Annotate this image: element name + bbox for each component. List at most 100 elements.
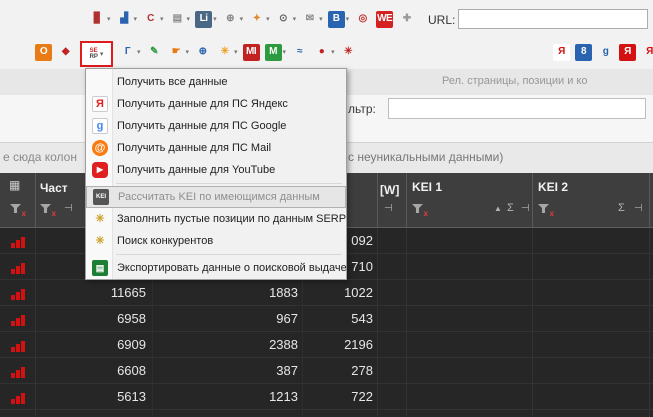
table-cell: 6909 xyxy=(117,337,146,352)
dropdown-arrow-icon: ▾ xyxy=(345,16,350,23)
frequency-bars-icon xyxy=(10,261,26,274)
menu-item[interactable]: ▶ Получить данные для YouTube xyxy=(86,159,346,181)
filter-funnel-icon[interactable]: x xyxy=(10,204,26,218)
menu-item[interactable]: ✳ Поиск конкурентов xyxy=(86,230,346,252)
google-plus-icon[interactable]: 8 xyxy=(574,41,593,63)
copy-data-icon: C xyxy=(147,13,154,24)
column-header-kei2[interactable]: KEI 2 xyxy=(538,180,568,194)
bar-chart-icon: ▟ xyxy=(120,13,128,24)
sum-icon[interactable]: Σ xyxy=(618,203,625,214)
sun-icon: ✳ xyxy=(220,46,229,57)
menu-item-label: Получить данные для ПС Яндекс xyxy=(117,98,288,110)
frequency-bars-icon xyxy=(10,235,26,248)
filter-funnel-icon[interactable]: x xyxy=(40,204,56,218)
bing-icon[interactable]: B ▾ xyxy=(327,8,351,30)
dropdown-arrow-icon: ▾ xyxy=(234,49,238,56)
ball-icon[interactable]: ● ▾ xyxy=(312,41,336,63)
wave-icon[interactable]: ≈ xyxy=(290,41,309,63)
table-row[interactable]: 6909 2388 2196 xyxy=(0,332,653,358)
filter-tap-icon: ⊕ xyxy=(198,46,207,57)
mail-icon[interactable]: ✉ ▾ xyxy=(300,8,324,30)
google-tools-icon: Г xyxy=(124,46,131,57)
hand-icon[interactable]: ☛ ▾ xyxy=(167,41,191,63)
table-row[interactable]: 11665 1883 1022 xyxy=(0,280,653,306)
export-icon: ▤ xyxy=(92,260,108,276)
pin-icon[interactable]: ⊣ xyxy=(634,204,643,214)
sun-icon[interactable]: ✳ ▾ xyxy=(215,41,239,63)
menu-item[interactable]: @ Получить данные для ПС Mail xyxy=(86,137,346,159)
column-header-w[interactable]: [W] xyxy=(380,183,399,197)
menu-item-spacer xyxy=(92,74,108,90)
filter-tap-icon[interactable]: ⊕ xyxy=(193,41,212,63)
link-icon[interactable]: ⊕ ▾ xyxy=(221,8,245,30)
table-row[interactable]: 745 418 xyxy=(0,410,653,417)
star-icon[interactable]: ✦ ▾ xyxy=(247,8,271,30)
opera-icon[interactable]: O xyxy=(34,41,53,63)
bar-chart-icon[interactable]: ▟ ▾ xyxy=(115,8,139,30)
mi-badge-icon[interactable]: MI xyxy=(242,41,261,63)
sum-icon[interactable]: Σ xyxy=(507,203,514,214)
column-header-frequency[interactable]: Част xyxy=(40,181,68,195)
link-icon: ⊕ xyxy=(226,13,235,24)
pin-icon[interactable]: ⊣ xyxy=(384,204,393,214)
menu-item[interactable]: Получить все данные xyxy=(86,71,346,93)
metrika-icon[interactable]: Я xyxy=(640,41,653,63)
clear-filter-icon: x xyxy=(51,209,56,218)
mail-ru-icon: @ xyxy=(92,140,108,156)
filter-input[interactable] xyxy=(388,98,646,119)
table-cell: 6958 xyxy=(117,311,146,326)
serp-button[interactable]: SE RP ▾ xyxy=(80,41,113,67)
asterisk-icon[interactable]: ✳ xyxy=(339,41,358,63)
table-cell: 11665 xyxy=(110,285,146,300)
yandex-icon[interactable]: Я xyxy=(552,41,571,63)
alert-icon: ◆ xyxy=(61,46,70,57)
pin-icon[interactable]: ⊣ xyxy=(521,204,530,214)
group-by-hint-right: с неуникальными данными) xyxy=(348,150,504,164)
filter-funnel-icon[interactable]: x xyxy=(538,204,554,218)
menu-item[interactable]: ✳ Заполнить пустые позиции по данным SERP xyxy=(86,208,346,230)
toolbar-row-1: ▊ ▾ ▟ ▾ C ▾ ▤ ▾ Li ▾ ⊕ ▾ ✦ ▾ ⊙ ▾ ✉ ▾ B ▾ ◎ WE ✚ URL: xyxy=(0,0,653,38)
menu-item[interactable]: KEI Рассчитать KEI по имеющимся данным xyxy=(86,186,346,208)
grid-icon: ▦ xyxy=(9,178,21,192)
menu-item[interactable]: ▤ Экспортировать данные о поисковой выдач… xyxy=(86,257,347,279)
sort-icon[interactable]: ▲ xyxy=(494,205,502,213)
menu-item-label: Получить данные для ПС Google xyxy=(117,120,287,132)
table-cell: 418 xyxy=(305,410,375,417)
search-icon[interactable]: ⊙ ▾ xyxy=(274,8,298,30)
opera-icon: O xyxy=(35,43,52,61)
we-badge-icon[interactable]: WE xyxy=(375,8,394,30)
clear-filter-icon: x xyxy=(549,209,554,218)
asterisk-icon: ✳ xyxy=(344,46,353,57)
frequency-bars-icon xyxy=(10,365,26,378)
report-chart-icon: ▊ xyxy=(93,13,102,24)
table-row[interactable]: 6608 387 278 xyxy=(0,358,653,384)
menu-item[interactable]: g Получить данные для ПС Google xyxy=(86,115,346,137)
google-g-icon[interactable]: g xyxy=(596,41,615,63)
dropdown-arrow-icon: ▾ xyxy=(319,16,323,23)
google-tools-icon[interactable]: Г ▾ xyxy=(118,41,142,63)
alert-icon[interactable]: ◆ xyxy=(56,41,75,63)
edit-icon[interactable]: ✎ xyxy=(145,41,164,63)
target-icon[interactable]: ◎ xyxy=(353,8,372,30)
menu-item-label: Получить данные для ПС Mail xyxy=(117,142,272,154)
url-input[interactable] xyxy=(458,9,648,29)
tools-icon[interactable]: ✚ xyxy=(397,8,416,30)
frequency-bars-icon xyxy=(10,339,26,352)
copy-data-icon[interactable]: C ▾ xyxy=(141,8,165,30)
yandex-direct-icon[interactable]: Я xyxy=(618,41,637,63)
filter-funnel-icon[interactable]: x xyxy=(412,204,428,218)
mi-badge-icon: MI xyxy=(242,43,260,61)
mail-icon: ✉ xyxy=(305,13,314,24)
table-row[interactable]: 5613 1213 722 xyxy=(0,384,653,410)
star-icon: ✦ xyxy=(252,13,261,24)
header-grid-line xyxy=(649,173,650,228)
layers-icon[interactable]: ▤ ▾ xyxy=(168,8,192,30)
report-chart-icon[interactable]: ▊ ▾ xyxy=(88,8,112,30)
m-badge-icon[interactable]: M ▾ xyxy=(264,41,288,63)
li-badge-icon[interactable]: Li ▾ xyxy=(194,8,218,30)
table-row[interactable]: 6958 967 543 xyxy=(0,306,653,332)
pin-icon[interactable]: ⊣ xyxy=(64,204,73,214)
column-header-kei1[interactable]: KEI 1 xyxy=(412,180,442,194)
url-label: URL: xyxy=(428,13,456,27)
menu-item[interactable]: Я Получить данные для ПС Яндекс xyxy=(86,93,346,115)
